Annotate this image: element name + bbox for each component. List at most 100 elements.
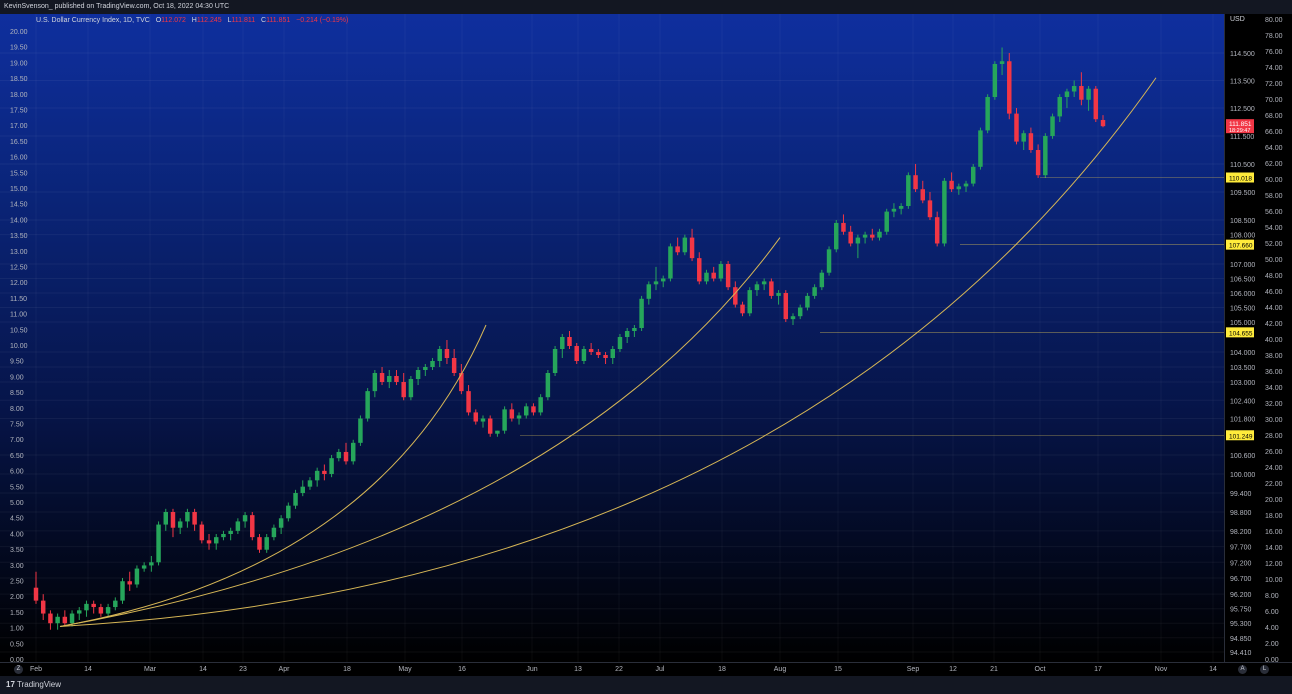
outer-axis-tick: 78.00	[1265, 33, 1283, 40]
legend-change: −0.214 (−0.19%)	[296, 17, 349, 24]
candle-body	[91, 603, 96, 608]
left-axis-tick: 3.00	[10, 563, 24, 570]
candle-body	[69, 613, 75, 624]
outer-axis-tick: 10.00	[1265, 577, 1283, 584]
candle-body	[524, 406, 529, 416]
left-axis-tick: 8.50	[10, 390, 24, 397]
legend-symbol: U.S. Dollar Currency Index, 1D, TVC	[36, 17, 150, 24]
candle-body	[1007, 61, 1012, 114]
candle-body	[891, 208, 897, 212]
candle-body	[1064, 91, 1070, 97]
candle-body	[459, 373, 464, 392]
candle-body	[350, 442, 356, 462]
legend-close-value: 111.851	[266, 17, 291, 24]
outer-axis-tick: 48.00	[1265, 273, 1283, 280]
time-axis-tick: 17	[1094, 666, 1102, 673]
time-axis-tick: Jul	[656, 666, 665, 673]
price-axis-tick: 98.200	[1230, 529, 1252, 536]
time-axis-tick: Jun	[526, 666, 537, 673]
log-scale-button[interactable]: L	[1260, 665, 1269, 674]
outer-axis-tick: 8.00	[1265, 593, 1279, 600]
price-level-label: 104.655	[1229, 330, 1253, 337]
left-axis-tick: 3.50	[10, 547, 24, 554]
left-axis-tick: 16.50	[10, 139, 28, 146]
outer-axis-tick: 60.00	[1265, 177, 1283, 184]
price-axis-tick: 101.800	[1230, 417, 1255, 424]
candle-body	[985, 97, 990, 131]
candle-body	[242, 515, 248, 522]
candle-body	[379, 373, 385, 382]
candle-body	[913, 175, 918, 190]
candle-body	[812, 287, 817, 296]
candle-body	[1071, 86, 1077, 92]
outer-axis-tick: 34.00	[1265, 385, 1283, 392]
outer-axis-tick: 76.00	[1265, 49, 1283, 56]
time-axis-tick: Mar	[144, 666, 157, 673]
candle-body	[697, 258, 702, 282]
candle-body	[1079, 86, 1084, 100]
candle-body	[84, 603, 89, 611]
left-axis-tick: 11.50	[10, 296, 27, 303]
outer-axis-tick: 64.00	[1265, 145, 1283, 152]
candle-body	[588, 349, 594, 352]
candle-body	[898, 206, 904, 209]
candle-body	[329, 458, 334, 474]
price-level-label: 107.660	[1229, 243, 1253, 250]
candle-body	[718, 264, 724, 279]
candle-body	[1035, 150, 1041, 176]
left-axis-tick: 12.50	[10, 265, 28, 272]
candle-body	[1086, 88, 1091, 100]
candle-body	[271, 527, 277, 538]
candle-body	[1014, 113, 1019, 142]
candle-body	[552, 349, 558, 373]
auto-scale-button[interactable]: A	[1238, 665, 1247, 674]
price-axis-tick: 98.800	[1230, 510, 1252, 517]
candle-body	[538, 397, 543, 413]
candle-body	[408, 379, 414, 398]
left-axis-tick: 13.00	[10, 249, 28, 256]
candle-body	[819, 272, 825, 288]
candle-body	[1093, 88, 1099, 120]
candle-body	[675, 246, 680, 253]
candle-body	[336, 451, 342, 459]
price-axis-tick: 104.000	[1230, 350, 1255, 357]
candle-body	[286, 505, 291, 519]
time-axis-tick: May	[398, 666, 412, 673]
candle-body	[177, 521, 183, 528]
price-axis-tick: 106.000	[1230, 291, 1255, 298]
candle-body	[797, 307, 803, 317]
time-axis-tick: 13	[574, 666, 582, 673]
timezone-button[interactable]: Z	[14, 665, 23, 674]
time-axis-tick: 14	[199, 666, 207, 673]
candle-body	[120, 581, 125, 601]
time-axis-tick: Sep	[907, 666, 920, 673]
candle-body	[747, 290, 752, 314]
price-level-label: 101.249	[1229, 433, 1253, 440]
time-axis-tick: 23	[239, 666, 247, 673]
candle-body	[596, 352, 601, 355]
candle-body	[185, 512, 190, 522]
candle-body	[826, 249, 832, 273]
candle-body	[906, 175, 911, 206]
time-axis-tick: 18	[718, 666, 726, 673]
left-axis-tick: 19.00	[10, 60, 28, 67]
candle-body	[293, 493, 298, 506]
price-axis-tick: 111.500	[1230, 134, 1254, 141]
candle-body	[358, 418, 363, 443]
left-axis-tick: 4.50	[10, 516, 24, 523]
candle-body	[646, 284, 652, 299]
outer-axis-tick: 32.00	[1265, 401, 1283, 408]
outer-axis-tick: 6.00	[1265, 609, 1279, 616]
candle-body	[740, 304, 745, 314]
candle-body	[33, 587, 39, 601]
outer-axis-tick: 42.00	[1265, 321, 1283, 328]
candle-body	[920, 189, 925, 201]
candle-body	[278, 518, 284, 528]
candle-body	[884, 211, 889, 232]
candle-body	[141, 565, 147, 569]
candle-body	[617, 337, 623, 349]
candle-body	[978, 130, 983, 167]
candle-body	[545, 373, 551, 398]
candle-body	[372, 373, 378, 392]
candle-body	[466, 391, 471, 413]
